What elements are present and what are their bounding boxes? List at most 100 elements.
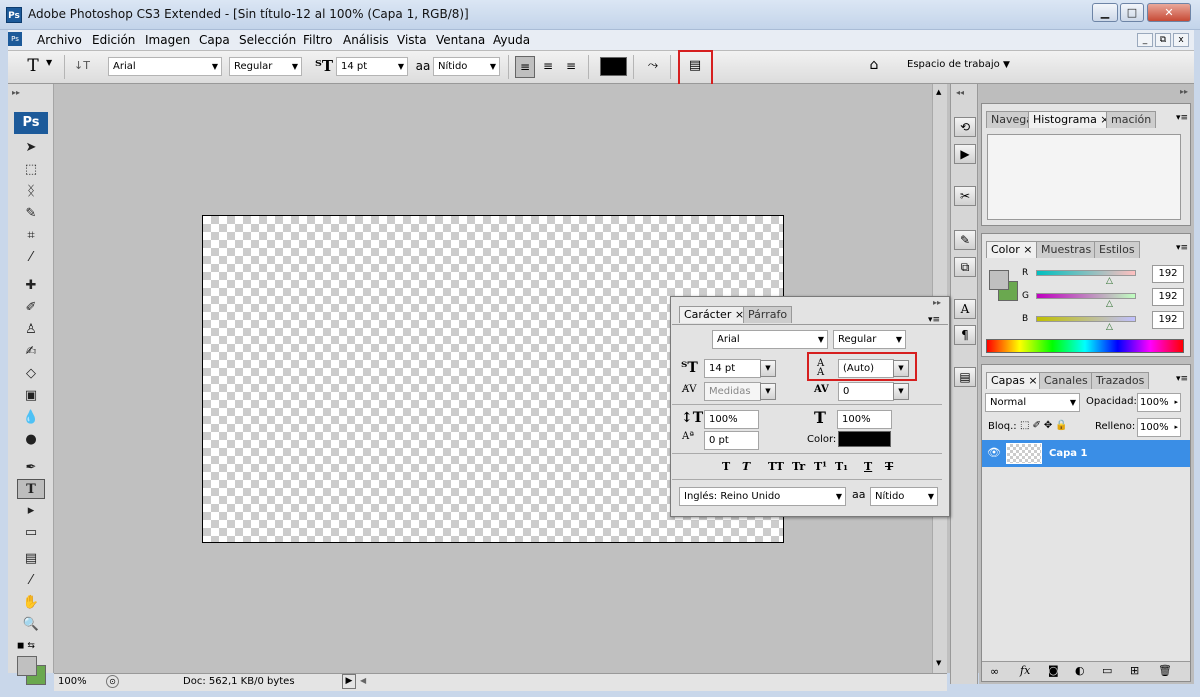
char-font-size-dropdown[interactable]: ▼ — [760, 360, 776, 377]
marquee-tool-icon[interactable]: ⬚ — [17, 160, 45, 180]
status-info-icon[interactable]: ⊙ — [106, 675, 119, 688]
red-slider-thumb[interactable]: △ — [1106, 276, 1113, 286]
red-value-input[interactable]: 192 — [1152, 265, 1184, 283]
menu-capa[interactable]: Capa — [199, 33, 230, 47]
default-colors-icon[interactable]: ◼ ⇆ — [17, 641, 35, 651]
adjustment-layer-icon[interactable]: ◐ — [1075, 664, 1085, 677]
workspace-menu[interactable]: Espacio de trabajo ▼ — [907, 59, 1010, 70]
char-font-family-select[interactable]: Arial ▼ — [712, 330, 828, 349]
text-tool-preset-icon[interactable]: T — [22, 56, 44, 76]
pen-tool-icon[interactable]: ✒ — [17, 458, 45, 478]
link-layers-icon[interactable]: ∞ — [990, 665, 999, 678]
photoshop-logo[interactable]: Ps — [14, 112, 48, 134]
green-slider-thumb[interactable]: △ — [1106, 299, 1113, 309]
antialias-select[interactable]: Nítido ▼ — [433, 57, 500, 76]
zoom-tool-icon[interactable]: 🔍 — [17, 615, 45, 635]
eraser-tool-icon[interactable]: ◇ — [17, 364, 45, 384]
layer-visibility-eye-icon[interactable]: 👁 — [987, 446, 1001, 459]
color-spectrum-bar[interactable] — [986, 339, 1184, 353]
leading-dropdown[interactable]: ▼ — [893, 360, 909, 377]
menu-imagen[interactable]: Imagen — [145, 33, 190, 47]
layer-row-selected[interactable]: 👁 Capa 1 — [982, 440, 1190, 467]
blend-mode-select[interactable]: Normal ▼ — [985, 393, 1080, 412]
language-select[interactable]: Inglés: Reino Unido ▼ — [679, 487, 846, 506]
menu-ventana[interactable]: Ventana — [436, 33, 485, 47]
tab-capas[interactable]: Capas × — [986, 372, 1043, 389]
blue-slider[interactable] — [1036, 316, 1136, 322]
tab-canales[interactable]: Canales — [1039, 372, 1093, 389]
small-caps-button[interactable]: Tr — [792, 460, 805, 473]
add-mask-icon[interactable]: ◙ — [1048, 664, 1059, 677]
horizontal-scale-input[interactable]: 100% — [837, 410, 892, 429]
brushes-panel-icon[interactable]: ✎ — [954, 230, 976, 250]
layer-name[interactable]: Capa 1 — [1049, 448, 1087, 459]
menu-edicion[interactable]: Edición — [92, 33, 135, 47]
eyedropper-tool-icon[interactable]: ⁄ — [17, 248, 45, 268]
type-tool-icon[interactable]: T — [17, 479, 45, 499]
dock-collapse-icon[interactable]: ◂◂ — [956, 88, 964, 97]
shape-tool-icon[interactable]: ▭ — [17, 523, 45, 543]
tool-preset-chevron-icon[interactable]: ▼ — [46, 58, 52, 67]
healing-brush-tool-icon[interactable]: ✚ — [17, 276, 45, 296]
paragraph-panel-icon[interactable]: ¶ — [954, 325, 976, 345]
tool-presets-panel-icon[interactable]: ✂ — [954, 186, 976, 206]
document-icon[interactable]: Ps — [8, 32, 22, 46]
align-left-icon[interactable]: ≡ — [515, 56, 535, 78]
notes-tool-icon[interactable]: ▤ — [17, 549, 45, 569]
superscript-button[interactable]: T¹ — [814, 460, 827, 473]
tab-muestras[interactable]: Muestras — [1036, 241, 1097, 258]
tab-caracter[interactable]: Carácter × — [679, 306, 750, 323]
menu-analisis[interactable]: Análisis — [343, 33, 389, 47]
layer-comps-panel-icon[interactable]: ▤ — [954, 367, 976, 387]
char-panel-collapse-icon[interactable]: ▸▸ — [933, 298, 941, 307]
path-selection-tool-icon[interactable]: ▸ — [17, 501, 45, 521]
new-layer-icon[interactable]: ⊞ — [1130, 664, 1139, 677]
move-tool-icon[interactable]: ➤ — [17, 138, 45, 158]
baseline-shift-input[interactable]: 0 pt — [704, 431, 759, 450]
menu-vista[interactable]: Vista — [397, 33, 427, 47]
history-brush-tool-icon[interactable]: ✍ — [17, 342, 45, 362]
menu-filtro[interactable]: Filtro — [303, 33, 332, 47]
toolbox-collapse-icon[interactable]: ▸▸ — [12, 88, 20, 97]
font-family-select[interactable]: Arial ▼ — [108, 57, 222, 76]
layer-style-fx-icon[interactable]: fx — [1020, 664, 1030, 677]
blue-slider-thumb[interactable]: △ — [1106, 322, 1113, 332]
maximize-button[interactable]: □ — [1120, 3, 1144, 22]
hand-tool-icon[interactable]: ✋ — [17, 593, 45, 613]
character-panel-icon[interactable]: A — [954, 299, 976, 319]
tab-trazados[interactable]: Trazados — [1091, 372, 1150, 389]
text-color-swatch[interactable] — [600, 57, 627, 76]
delete-layer-icon[interactable]: 🗑 — [1158, 664, 1172, 677]
tracking-dropdown[interactable]: ▼ — [893, 383, 909, 400]
zoom-level[interactable]: 100% — [58, 676, 87, 687]
subscript-button[interactable]: T₁ — [835, 460, 848, 473]
status-menu-icon[interactable]: ▶ — [342, 674, 356, 689]
quick-selection-tool-icon[interactable]: ✎ — [17, 204, 45, 224]
crop-tool-icon[interactable]: ⌗ — [17, 226, 45, 246]
strikethrough-button[interactable]: T — [885, 460, 893, 473]
char-font-style-select[interactable]: Regular ▼ — [833, 330, 906, 349]
green-slider[interactable] — [1036, 293, 1136, 299]
foreground-color-swatch[interactable] — [17, 656, 37, 676]
tab-histograma[interactable]: Histograma × — [1028, 111, 1115, 128]
menu-seleccion[interactable]: Selección — [239, 33, 296, 47]
blur-tool-icon[interactable]: 💧 — [17, 408, 45, 428]
kerning-dropdown[interactable]: ▼ — [760, 383, 776, 400]
photoshop-app-icon[interactable]: Ps — [6, 7, 22, 23]
faux-italic-button[interactable]: T — [742, 460, 750, 473]
char-color-swatch[interactable] — [838, 431, 891, 447]
clone-stamp-tool-icon[interactable]: ♙ — [17, 320, 45, 340]
actions-panel-icon[interactable]: ▶ — [954, 144, 976, 164]
close-button[interactable]: ✕ — [1147, 3, 1191, 22]
scroll-left-icon[interactable]: ◀ — [360, 676, 366, 685]
gradient-tool-icon[interactable]: ▣ — [17, 386, 45, 406]
tab-informacion[interactable]: mación — [1106, 111, 1157, 128]
scroll-down-icon[interactable]: ▼ — [936, 659, 941, 667]
foreground-color-swatch[interactable] — [989, 270, 1009, 290]
workspace-icon[interactable]: ⌂ — [862, 55, 886, 75]
lasso-tool-icon[interactable]: ᛝ — [17, 182, 45, 202]
align-center-icon[interactable]: ≡ — [538, 56, 558, 76]
char-antialias-select[interactable]: Nítido ▼ — [870, 487, 938, 506]
menu-archivo[interactable]: Archivo — [37, 33, 82, 47]
all-caps-button[interactable]: TT — [768, 460, 784, 473]
